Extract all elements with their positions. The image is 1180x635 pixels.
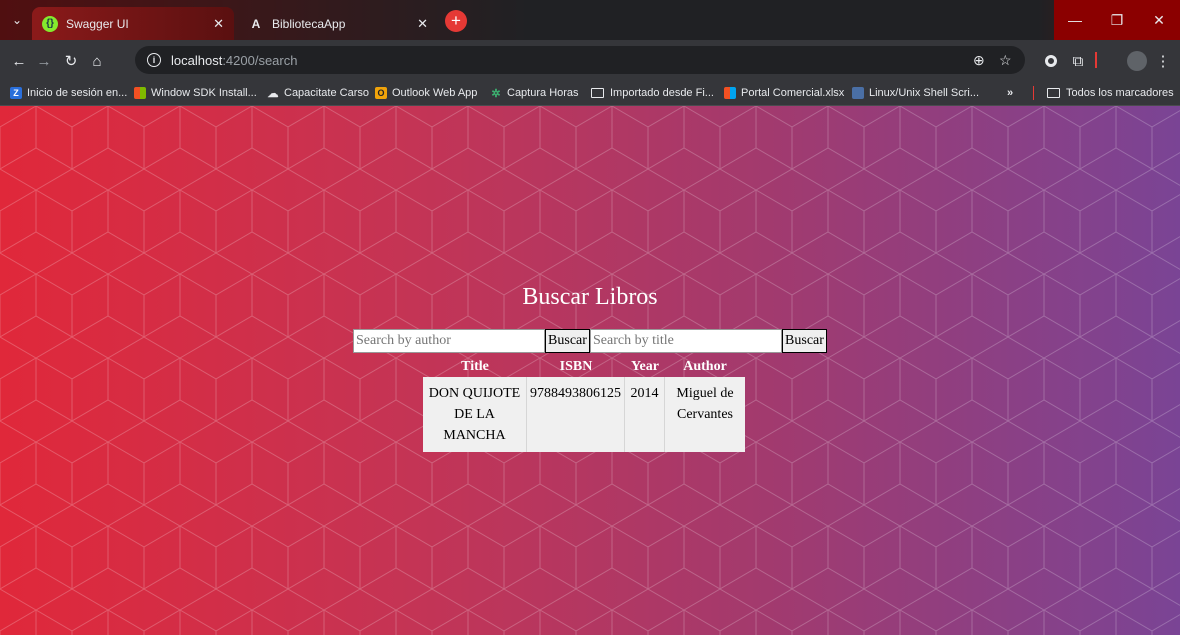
cell-title: DON QUIJOTE DE LA MANCHA bbox=[423, 377, 527, 452]
author-search-button[interactable]: Buscar bbox=[545, 329, 590, 353]
windows-icon bbox=[134, 87, 146, 99]
bookmark-label: Inicio de sesión en... bbox=[27, 87, 128, 99]
tab-swagger-ui[interactable]: {} Swagger UI ✕ bbox=[32, 7, 234, 40]
column-header-title: Title bbox=[461, 359, 489, 374]
new-tab-button[interactable]: + bbox=[445, 10, 467, 32]
bookmark-label: Outlook Web App bbox=[392, 87, 478, 99]
home-icon[interactable]: ⌂ bbox=[86, 50, 108, 72]
title-bar: ⌄ {} Swagger UI ✕ A BibliotecaApp ✕ + — … bbox=[0, 0, 1180, 40]
windows-icon bbox=[724, 87, 736, 99]
bookmarks-divider bbox=[1033, 86, 1034, 100]
doc-icon bbox=[852, 87, 864, 99]
bookmark-label: Captura Horas bbox=[507, 87, 579, 99]
tab-bibliotecaapp[interactable]: A BibliotecaApp ✕ bbox=[238, 7, 438, 40]
bookmark-label: Todos los marcadores bbox=[1066, 87, 1174, 99]
cell-author: Miguel de Cervantes bbox=[665, 377, 745, 452]
cell-year: 2014 bbox=[625, 377, 665, 452]
tab-search-chevron-icon[interactable]: ⌄ bbox=[6, 9, 28, 31]
outlook-icon: O bbox=[375, 87, 387, 99]
pinwheel-icon: ✲ bbox=[491, 87, 501, 100]
z-icon: Z bbox=[10, 87, 22, 99]
table-row: DON QUIJOTE DE LA MANCHA 9788493806125 2… bbox=[423, 377, 745, 452]
angular-icon: A bbox=[251, 16, 261, 31]
toolbar-divider bbox=[1095, 52, 1097, 68]
forward-arrow-icon[interactable]: → bbox=[33, 50, 55, 72]
folder-icon bbox=[1047, 88, 1060, 98]
table-header-row: Title ISBN Year Author bbox=[423, 357, 745, 377]
address-bar[interactable]: i localhost:4200/search ⊕ ☆ bbox=[135, 46, 1025, 74]
bookmark-item[interactable]: Portal Comercial.xlsx bbox=[724, 85, 844, 101]
all-bookmarks-button[interactable]: Todos los marcadores bbox=[1047, 85, 1174, 101]
column-header-isbn: ISBN bbox=[559, 359, 593, 374]
bookmark-item[interactable]: Z Inicio de sesión en... bbox=[10, 85, 127, 101]
results-table: Title ISBN Year Author DON QUIJOTE DE LA… bbox=[423, 357, 745, 452]
browser-toolbar: ← → ↻ ⌂ i localhost:4200/search ⊕ ☆ ⧉ ⋮ bbox=[0, 40, 1180, 80]
puzzle-extensions-icon[interactable]: ⧉ bbox=[1067, 50, 1089, 72]
url-host: localhost bbox=[171, 52, 223, 68]
profile-avatar[interactable] bbox=[1126, 50, 1148, 72]
bookmark-item[interactable]: Importado desde Fi... bbox=[591, 85, 714, 101]
restore-icon[interactable]: ❐ bbox=[1096, 0, 1138, 40]
reload-icon[interactable]: ↻ bbox=[60, 50, 82, 72]
title-search-button[interactable]: Buscar bbox=[782, 329, 827, 353]
zoom-icon[interactable]: ⊕ bbox=[973, 46, 985, 74]
bookmark-label: Linux/Unix Shell Scri... bbox=[869, 87, 980, 99]
tab-label: BibliotecaApp bbox=[272, 16, 346, 31]
site-info-icon[interactable]: i bbox=[147, 53, 161, 67]
url-path: :4200/search bbox=[222, 52, 298, 68]
cell-isbn: 9788493806125 bbox=[527, 377, 625, 452]
close-window-icon[interactable]: ✕ bbox=[1138, 0, 1180, 40]
title-search-input[interactable] bbox=[590, 329, 782, 353]
bookmark-star-icon[interactable]: ☆ bbox=[999, 46, 1012, 74]
page-title: Buscar Libros bbox=[522, 284, 658, 310]
menu-kebab-icon[interactable]: ⋮ bbox=[1152, 50, 1174, 72]
bookmark-label: Portal Comercial.xlsx bbox=[741, 87, 845, 99]
bookmarks-overflow-button[interactable]: » bbox=[1007, 85, 1013, 101]
close-tab-icon[interactable]: ✕ bbox=[213, 16, 224, 32]
minimize-icon[interactable]: — bbox=[1054, 0, 1096, 40]
folder-icon bbox=[591, 88, 604, 98]
extension-icon[interactable] bbox=[1040, 50, 1062, 72]
page-viewport: Buscar Libros Buscar Buscar Title ISBN Y… bbox=[0, 106, 1180, 635]
swagger-icon: {} bbox=[42, 15, 58, 32]
bookmark-item[interactable]: Window SDK Install... bbox=[134, 85, 257, 101]
cloud-icon: ☁ bbox=[267, 87, 279, 100]
bookmark-item[interactable]: ☁ Capacitate Carso bbox=[267, 85, 370, 101]
bookmark-item[interactable]: ✲ Captura Horas bbox=[490, 85, 579, 101]
bookmark-label: Importado desde Fi... bbox=[610, 87, 714, 99]
back-arrow-icon[interactable]: ← bbox=[8, 50, 30, 72]
bookmark-item[interactable]: O Outlook Web App bbox=[375, 85, 477, 101]
bookmarks-bar: Z Inicio de sesión en... Window SDK Inst… bbox=[0, 80, 1180, 106]
column-header-author: Author bbox=[683, 359, 727, 374]
search-row: Buscar Buscar bbox=[353, 329, 827, 354]
bookmark-label: Window SDK Install... bbox=[151, 87, 257, 99]
column-header-year: Year bbox=[631, 359, 659, 374]
bookmark-item[interactable]: Linux/Unix Shell Scri... bbox=[852, 85, 979, 101]
tab-label: Swagger UI bbox=[66, 16, 129, 31]
close-tab-icon[interactable]: ✕ bbox=[417, 16, 428, 32]
author-search-input[interactable] bbox=[353, 329, 545, 353]
bookmark-label: Capacitate Carso bbox=[284, 87, 369, 99]
